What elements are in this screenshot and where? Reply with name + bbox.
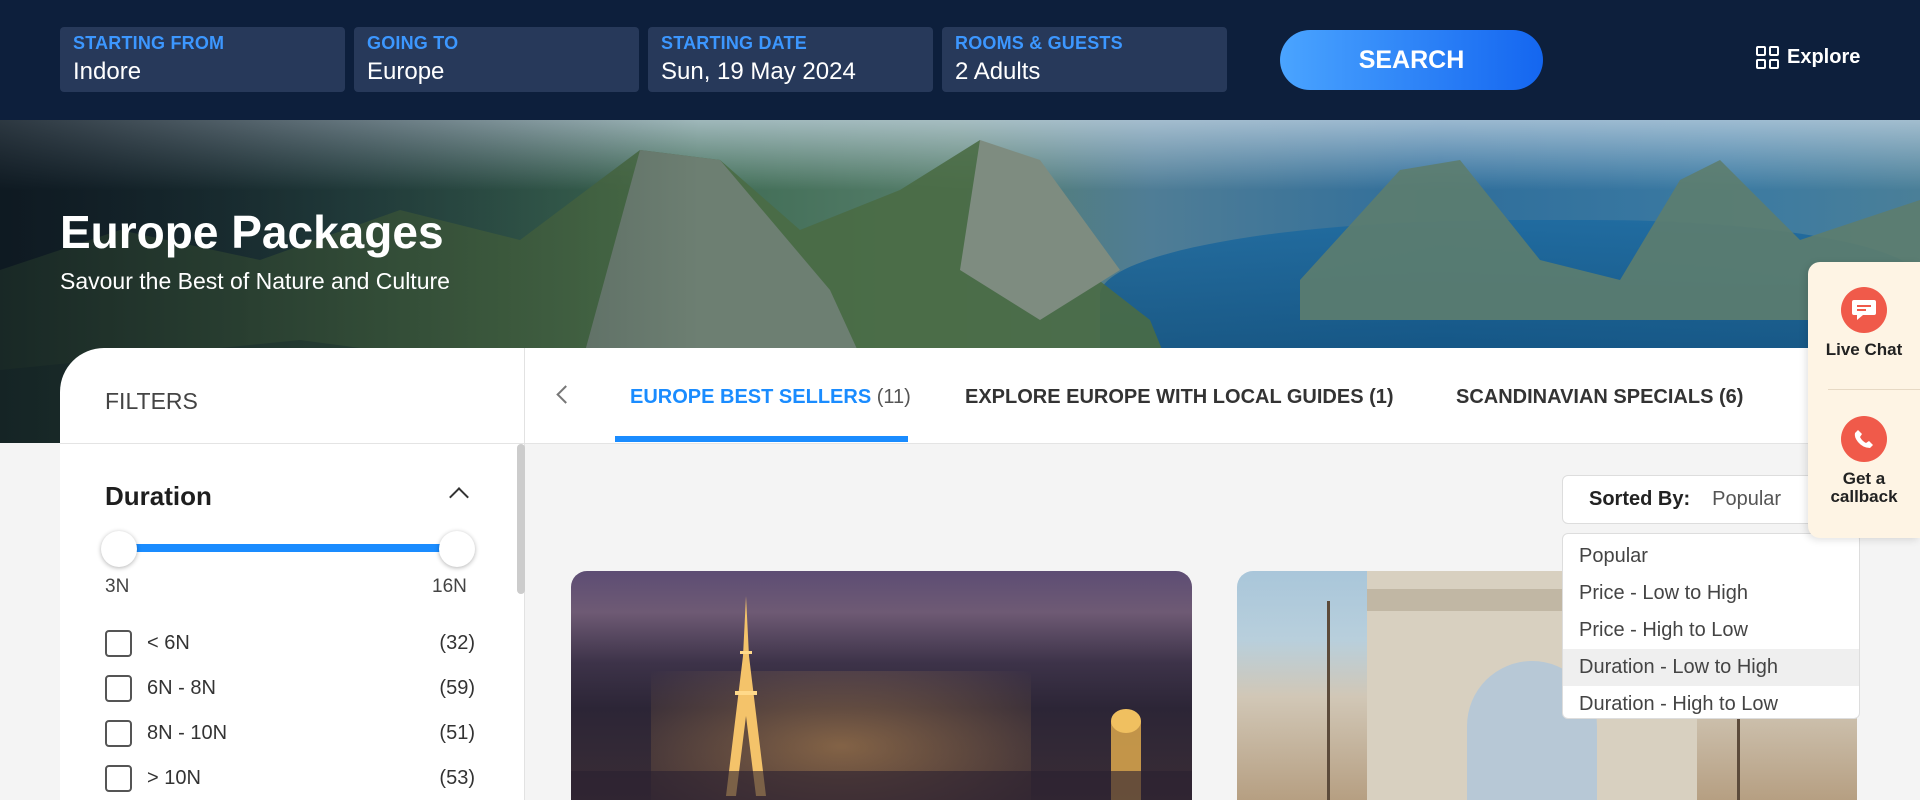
sort-option[interactable]: Duration - High to Low bbox=[1563, 686, 1859, 723]
chat-icon bbox=[1841, 287, 1887, 333]
duration-option-count: (59) bbox=[439, 676, 475, 699]
duration-option-label: 8N - 10N bbox=[147, 721, 228, 744]
explore-label: Explore bbox=[1787, 46, 1861, 68]
duration-title: Duration bbox=[105, 481, 212, 511]
duration-option[interactable]: 8N - 10N (51) bbox=[105, 718, 475, 748]
duration-option[interactable]: < 6N (32) bbox=[105, 628, 475, 658]
sort-option[interactable]: Price - Low to High bbox=[1563, 575, 1859, 612]
duration-option-label: 6N - 8N bbox=[147, 676, 216, 699]
search-bar: STARTING FROM Indore GOING TO Europe STA… bbox=[0, 0, 1920, 120]
active-tab-indicator bbox=[615, 436, 908, 442]
duration-min-handle[interactable] bbox=[101, 531, 137, 567]
live-chat-label: Live Chat bbox=[1825, 340, 1903, 359]
tab-explore-europe-local-guides[interactable]: EXPLORE EUROPE WITH LOCAL GUIDES (1) bbox=[965, 386, 1394, 409]
going-to-value: Europe bbox=[367, 58, 445, 85]
tab-label: EXPLORE EUROPE WITH LOCAL GUIDES bbox=[965, 386, 1364, 408]
search-button[interactable]: SEARCH bbox=[1280, 30, 1543, 90]
tab-count: (1) bbox=[1369, 386, 1394, 408]
checkbox[interactable] bbox=[105, 719, 132, 747]
tab-label: EUROPE BEST SELLERS bbox=[630, 386, 872, 408]
rooms-guests-value: 2 Adults bbox=[955, 58, 1041, 85]
starting-from-label: STARTING FROM bbox=[73, 33, 225, 53]
duration-slider-track[interactable] bbox=[118, 544, 458, 552]
sort-option-highlighted[interactable]: Duration - Low to High bbox=[1563, 649, 1859, 686]
duration-max-label: 16N bbox=[432, 576, 467, 597]
filters-title: FILTERS bbox=[60, 348, 524, 444]
checkbox[interactable] bbox=[105, 674, 132, 702]
duration-min-label: 3N bbox=[105, 576, 130, 597]
checkbox[interactable] bbox=[105, 764, 132, 792]
duration-option-count: (53) bbox=[439, 766, 475, 789]
going-to-label: GOING TO bbox=[367, 33, 459, 53]
sort-option[interactable]: Price - High to Low bbox=[1563, 612, 1859, 649]
widget-divider bbox=[1828, 389, 1920, 390]
package-card-paris-night[interactable] bbox=[571, 571, 1192, 800]
tree bbox=[1327, 601, 1330, 800]
duration-option-label: < 6N bbox=[147, 631, 190, 654]
page-subtitle: Savour the Best of Nature and Culture bbox=[60, 268, 450, 294]
explore-link[interactable]: Explore bbox=[1756, 46, 1860, 69]
tab-scandinavian-specials[interactable]: SCANDINAVIAN SPECIALS (6) bbox=[1456, 386, 1743, 409]
sort-option[interactable]: Popular bbox=[1563, 538, 1859, 575]
duration-option-count: (32) bbox=[439, 631, 475, 654]
going-to-field[interactable]: GOING TO Europe bbox=[354, 27, 639, 92]
filters-panel: FILTERS Duration 3N 16N < 6N (32) 6N - 8… bbox=[60, 348, 525, 800]
chevron-left-icon[interactable] bbox=[556, 385, 575, 404]
sort-label: Sorted By: bbox=[1589, 488, 1691, 510]
callback-button[interactable]: Get a callback bbox=[1808, 416, 1920, 506]
starting-from-field[interactable]: STARTING FROM Indore bbox=[60, 27, 345, 92]
sort-value: Popular bbox=[1712, 488, 1782, 510]
rooms-guests-field[interactable]: ROOMS & GUESTS 2 Adults bbox=[942, 27, 1227, 92]
page-title: Europe Packages bbox=[60, 206, 444, 258]
filters-scrollbar[interactable] bbox=[517, 444, 525, 594]
tab-label: SCANDINAVIAN SPECIALS bbox=[1456, 386, 1714, 408]
checkbox[interactable] bbox=[105, 629, 132, 657]
sort-dropdown: Popular Price - Low to High Price - High… bbox=[1562, 533, 1860, 719]
tab-europe-best-sellers[interactable]: EUROPE BEST SELLERS (11) bbox=[630, 386, 911, 409]
duration-option-label: > 10N bbox=[147, 766, 201, 789]
starting-from-value: Indore bbox=[73, 58, 142, 85]
tab-count: (6) bbox=[1719, 386, 1744, 408]
support-widget: Live Chat Get a callback bbox=[1808, 262, 1920, 538]
city-skyline-image bbox=[571, 709, 1192, 800]
rooms-guests-label: ROOMS & GUESTS bbox=[955, 33, 1123, 53]
phone-icon bbox=[1841, 416, 1887, 462]
live-chat-button[interactable]: Live Chat bbox=[1808, 287, 1920, 359]
starting-date-label: STARTING DATE bbox=[661, 33, 807, 53]
duration-option[interactable]: > 10N (53) bbox=[105, 763, 475, 793]
tab-count: (11) bbox=[876, 386, 911, 408]
starting-date-field[interactable]: STARTING DATE Sun, 19 May 2024 bbox=[648, 27, 933, 92]
duration-option-count: (51) bbox=[439, 721, 475, 744]
duration-max-handle[interactable] bbox=[439, 531, 475, 567]
duration-option[interactable]: 6N - 8N (59) bbox=[105, 673, 475, 703]
starting-date-value: Sun, 19 May 2024 bbox=[661, 58, 856, 85]
chevron-up-icon[interactable] bbox=[449, 487, 469, 507]
grid-icon bbox=[1756, 46, 1779, 69]
package-tabs: EUROPE BEST SELLERS (11) EXPLORE EUROPE … bbox=[525, 348, 1920, 444]
callback-label: Get a callback bbox=[1830, 469, 1898, 506]
